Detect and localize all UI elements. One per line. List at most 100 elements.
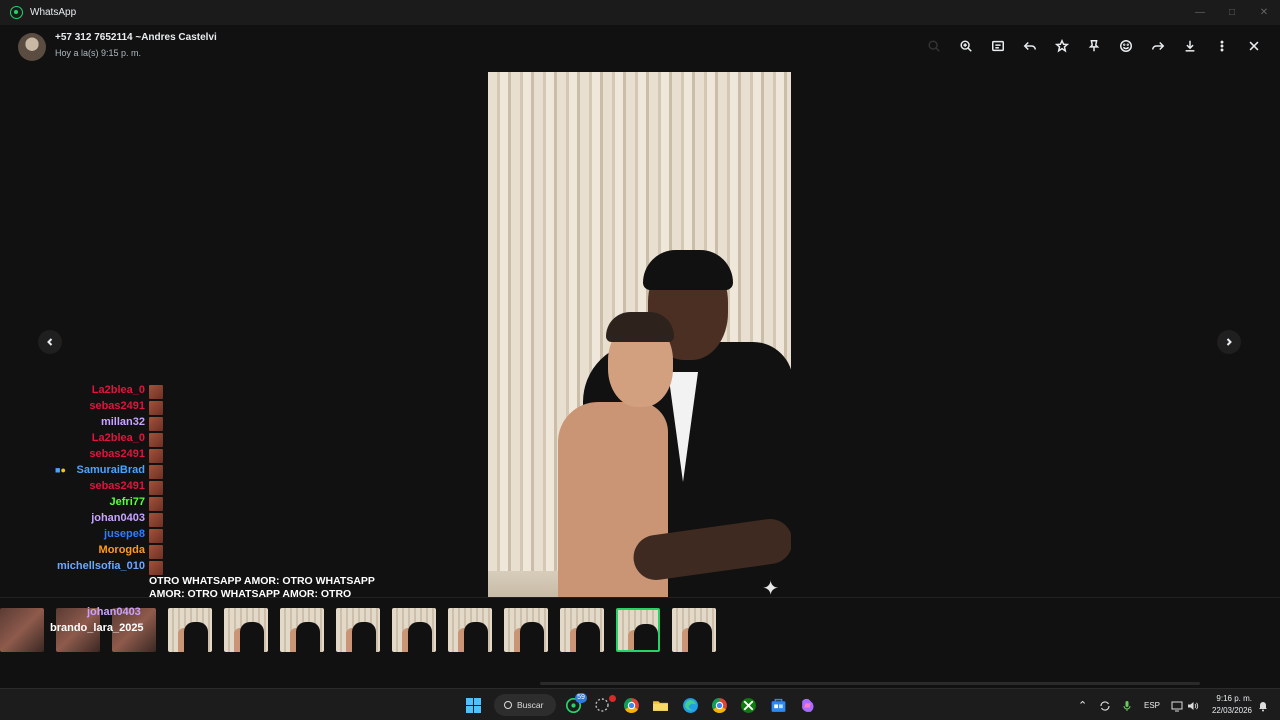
reply-button[interactable] — [1014, 35, 1046, 57]
pin-button[interactable] — [1078, 35, 1110, 57]
notifications-icon[interactable] — [1257, 699, 1269, 712]
chrome-icon — [623, 697, 639, 713]
chat-username: sebas2491 — [89, 448, 145, 460]
viewer-toolbar — [918, 35, 1270, 57]
contact-name[interactable]: +57 312 7652114 ~Andres Castelvi — [55, 32, 217, 43]
zoom-in-button[interactable] — [950, 35, 982, 57]
download-icon — [1185, 40, 1195, 52]
minimize-button[interactable]: — — [1184, 0, 1216, 25]
bell-glyph — [1259, 702, 1267, 712]
sync-glyph — [1100, 701, 1110, 711]
chrome-icon — [711, 697, 727, 713]
chat-username: Jefri77 — [109, 496, 145, 508]
clock-date[interactable]: 22/03/2026 — [1200, 706, 1252, 715]
chat-username: millan32 — [100, 416, 145, 428]
chat-avatar-thumbnail — [149, 449, 163, 463]
chat-avatar-thumbnail — [149, 433, 163, 447]
taskbar-search[interactable]: Buscar — [494, 694, 556, 716]
chat-avatar-thumbnail — [149, 513, 163, 527]
media-thumbnail[interactable] — [560, 608, 604, 652]
microphone-icon[interactable] — [1121, 699, 1133, 711]
chat-username: sebas2491 — [89, 400, 145, 412]
chat-username: michellsofia_010 — [56, 560, 145, 572]
close-icon — [1249, 41, 1259, 51]
next-media-button[interactable] — [1217, 330, 1241, 354]
chat-avatar-thumbnail — [149, 417, 163, 431]
media-thumbnail[interactable] — [336, 608, 380, 652]
taskbar-chrome-profile[interactable] — [622, 696, 640, 714]
taskbar-chrome[interactable] — [710, 696, 728, 714]
start-button[interactable] — [464, 696, 482, 714]
photo-figure-hair — [643, 250, 733, 290]
media-thumbnail[interactable] — [224, 608, 268, 652]
star-icon — [1055, 39, 1069, 53]
strip-chat-username: johan0403 — [87, 606, 141, 618]
media-thumbnail[interactable] — [672, 608, 716, 652]
more-options-button[interactable] — [1206, 35, 1238, 57]
volume-icon[interactable] — [1187, 699, 1199, 711]
media-thumbnail-selected[interactable] — [616, 608, 660, 652]
star-button[interactable] — [1046, 35, 1078, 57]
speaker-glyph — [1188, 702, 1199, 710]
sync-icon[interactable] — [1099, 699, 1111, 711]
taskbar-edge[interactable] — [681, 696, 699, 714]
input-language[interactable]: ESP — [1144, 701, 1160, 710]
maximize-button[interactable]: □ — [1216, 0, 1248, 25]
media-thumbnail[interactable] — [504, 608, 548, 652]
taskbar-app-dots[interactable] — [593, 695, 616, 714]
thumbnail-figure — [634, 624, 658, 650]
thumbnail-figure — [240, 622, 264, 652]
taskbar-whatsapp[interactable]: 59 — [564, 693, 587, 714]
app-icon — [595, 698, 609, 712]
media-thumbnail[interactable] — [280, 608, 324, 652]
close-viewer-button[interactable] — [1238, 35, 1270, 57]
copilot-icon — [801, 698, 814, 712]
chat-username: jusepe8 — [104, 528, 145, 540]
chat-username: Morogda — [98, 544, 145, 556]
zoom-in-icon — [960, 40, 972, 52]
edge-icon — [682, 697, 698, 713]
folder-icon — [652, 700, 668, 711]
chat-avatar-thumbnail — [149, 401, 163, 415]
xbox-icon — [740, 697, 756, 713]
chevron-up-icon[interactable]: ⌃ — [1078, 699, 1087, 712]
previous-media-button[interactable] — [38, 330, 62, 354]
media-thumbnail-strip: johan0403 brando_lara_2025 — [0, 597, 1280, 688]
chat-username: SamuraiBrad — [76, 464, 145, 476]
download-button[interactable] — [1174, 35, 1206, 57]
media-thumbnail[interactable] — [448, 608, 492, 652]
photo-figure-hair — [606, 312, 674, 342]
avatar[interactable] — [18, 33, 46, 61]
media-thumbnail[interactable] — [168, 608, 212, 652]
caption-button[interactable] — [982, 35, 1014, 57]
clock-time[interactable]: 9:16 p. m. — [1200, 694, 1252, 703]
close-window-button[interactable]: ✕ — [1248, 0, 1280, 25]
taskbar-xbox[interactable] — [739, 696, 757, 714]
thumbnail-figure — [408, 622, 432, 652]
monitor-network-glyph — [1171, 701, 1183, 712]
strip-scrollbar[interactable] — [540, 682, 1200, 685]
react-button[interactable] — [1110, 35, 1142, 57]
chat-username: La2blea_0 — [91, 384, 145, 396]
taskbar-file-explorer[interactable] — [651, 696, 669, 714]
thumbnail-figure — [464, 622, 488, 652]
ai-sparkle-icon: ✦ — [762, 578, 779, 600]
thumbnail-figure — [520, 622, 544, 652]
pin-icon — [1088, 40, 1100, 52]
search-button — [918, 35, 950, 57]
main-image[interactable]: ✦ — [488, 72, 791, 611]
whatsapp-logo-icon — [10, 6, 23, 19]
network-icon[interactable] — [1171, 699, 1183, 712]
window-titlebar: WhatsApp — □ ✕ — [0, 0, 1280, 25]
unread-count-badge: 59 — [575, 693, 587, 703]
taskbar-copilot[interactable] — [798, 696, 816, 714]
taskbar-store[interactable] — [769, 696, 787, 714]
forward-button[interactable] — [1142, 35, 1174, 57]
chevron-right-icon — [1226, 338, 1232, 346]
media-thumbnail[interactable] — [392, 608, 436, 652]
media-thumbnail[interactable] — [0, 608, 44, 652]
search-icon — [928, 40, 940, 52]
chat-avatar-thumbnail — [149, 385, 163, 399]
microphone-glyph — [1123, 701, 1131, 711]
message-time: Hoy a la(s) 9:15 p. m. — [55, 48, 142, 58]
